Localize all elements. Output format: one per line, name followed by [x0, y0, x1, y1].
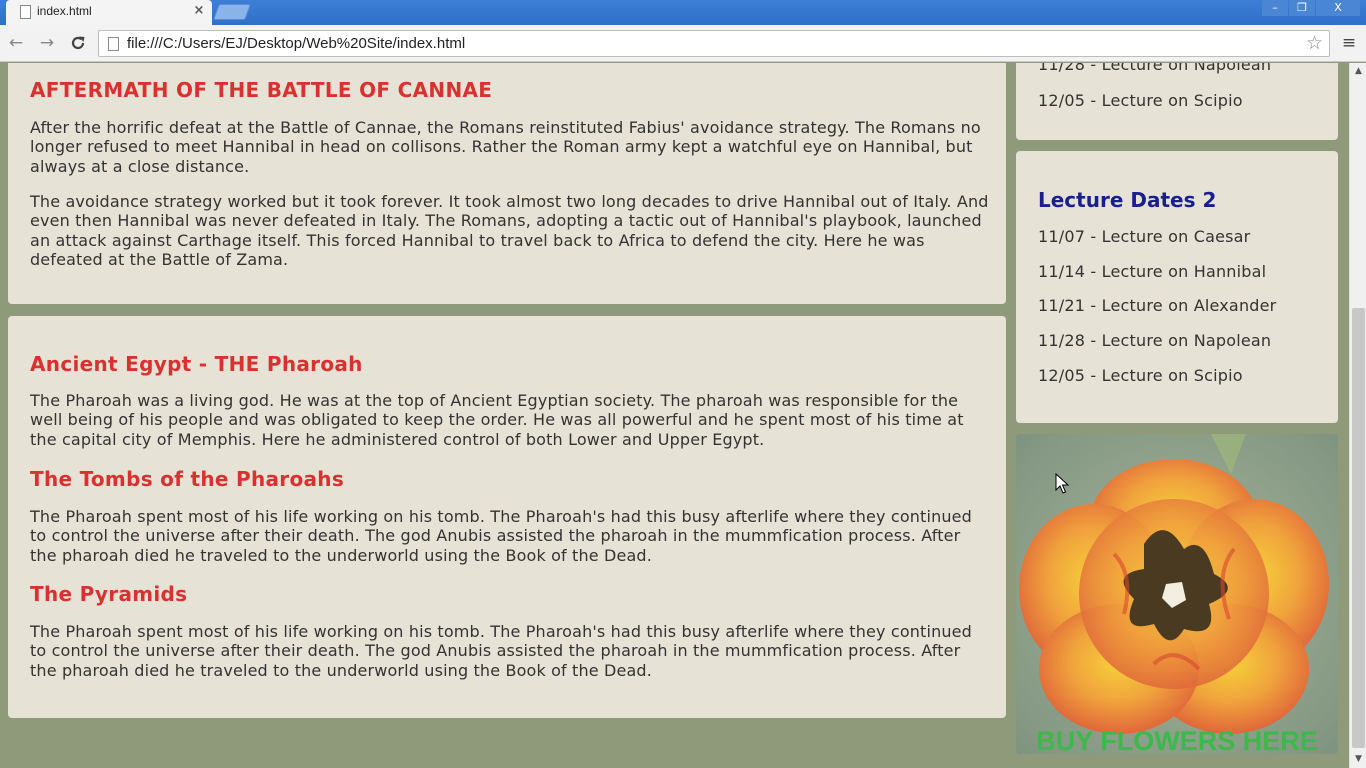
pyramids-heading: The Pyramids: [30, 582, 188, 606]
address-bar[interactable]: file:///C:/Users/EJ/Desktop/Web%20Site/i…: [98, 30, 1330, 57]
tab-close-icon[interactable]: ×: [190, 2, 208, 20]
lecture-dates-box-1: 11/28 - Lecture on Napolean 12/05 - Lect…: [1016, 63, 1338, 140]
lecture-item: 11/21 - Lecture on Alexander: [1038, 296, 1277, 315]
content-panel-cannae: AFTERMATH OF THE BATTLE OF CANNAE After …: [8, 63, 1006, 304]
page-viewport: AFTERMATH OF THE BATTLE OF CANNAE After …: [0, 63, 1349, 768]
scroll-thumb[interactable]: [1352, 308, 1365, 748]
scroll-down-arrow-icon[interactable]: ▼: [1350, 751, 1366, 768]
lecture-item: 12/05 - Lecture on Scipio: [1038, 366, 1243, 385]
window-close-button[interactable]: X: [1316, 0, 1360, 16]
lecture-item: 11/14 - Lecture on Hannibal: [1038, 262, 1267, 281]
browser-toolbar: ← → file:///C:/Users/EJ/Desktop/Web%20Si…: [0, 25, 1366, 62]
menu-icon[interactable]: ≡: [1338, 32, 1360, 54]
content-panel-egypt: Ancient Egypt - THE Pharoah The Pharoah …: [8, 316, 1006, 718]
scroll-up-arrow-icon[interactable]: ▲: [1350, 63, 1366, 80]
browser-titlebar: index.html × – ❐ X: [0, 0, 1366, 25]
egypt-paragraph-1: The Pharoah was a living god. He was at …: [30, 391, 964, 449]
document-icon: [20, 5, 31, 19]
pyramids-paragraph: The Pharoah spent most of his life worki…: [30, 622, 972, 680]
browser-tab[interactable]: index.html ×: [6, 0, 212, 25]
window-minimize-button[interactable]: –: [1262, 0, 1288, 16]
egypt-heading: Ancient Egypt - THE Pharoah: [30, 352, 363, 376]
cannae-paragraph-1: After the horrific defeat at the Battle …: [30, 118, 981, 176]
lecture-dates-heading: Lecture Dates 2: [1038, 188, 1217, 212]
forward-arrow-icon[interactable]: →: [36, 32, 58, 54]
back-arrow-icon[interactable]: ←: [5, 32, 27, 54]
url-text[interactable]: file:///C:/Users/EJ/Desktop/Web%20Site/i…: [127, 35, 465, 52]
lecture-item: 11/28 - Lecture on Napolean: [1038, 331, 1272, 350]
cannae-paragraph-2: The avoidance strategy worked but it too…: [30, 192, 989, 269]
reload-icon[interactable]: [67, 32, 89, 54]
bookmark-star-icon[interactable]: ☆: [1306, 32, 1323, 54]
tab-title: index.html: [37, 4, 92, 18]
window-maximize-button[interactable]: ❐: [1289, 0, 1315, 16]
lecture-dates-box-2: Lecture Dates 2 11/07 - Lecture on Caesa…: [1016, 151, 1338, 423]
new-tab-button[interactable]: [213, 4, 251, 20]
lecture-item: 11/28 - Lecture on Napolean: [1038, 63, 1272, 74]
cannae-heading: AFTERMATH OF THE BATTLE OF CANNAE: [30, 78, 493, 102]
tombs-paragraph: The Pharoah spent most of his life worki…: [30, 507, 972, 565]
ad-caption[interactable]: BUY FLOWERS HERE: [1016, 726, 1338, 754]
lecture-item: 12/05 - Lecture on Scipio: [1038, 91, 1243, 110]
vertical-scrollbar[interactable]: ▲ ▼: [1349, 63, 1366, 768]
mouse-cursor-icon: [1055, 473, 1069, 494]
lecture-item: 11/07 - Lecture on Caesar: [1038, 227, 1251, 246]
tombs-heading: The Tombs of the Pharoahs: [30, 467, 345, 491]
page-icon: [108, 37, 119, 51]
